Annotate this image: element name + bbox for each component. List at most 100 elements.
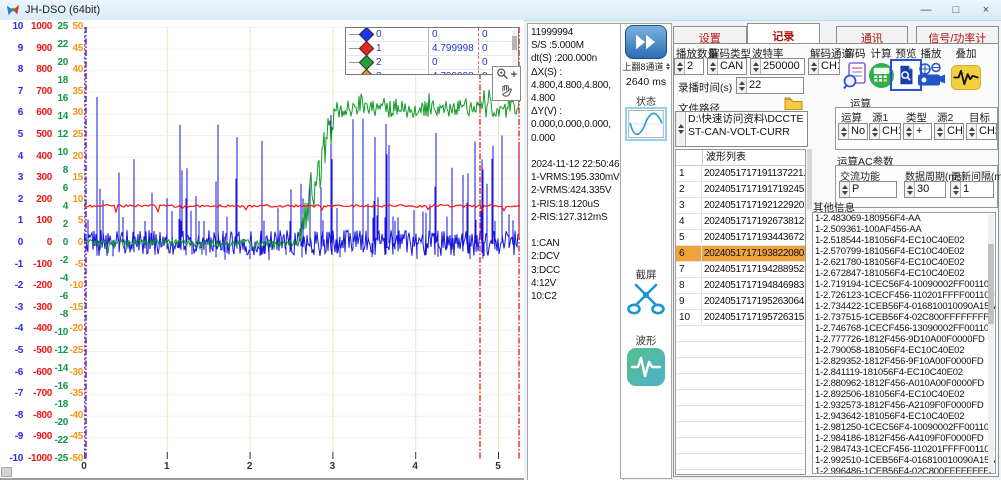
legend-row[interactable]: 14.7999980 xyxy=(346,42,518,56)
spinner-arrows[interactable] xyxy=(935,124,945,139)
y-tick-label: 0 xyxy=(78,237,83,249)
ac-field-1[interactable]: 30 xyxy=(904,181,946,198)
waveform-button[interactable] xyxy=(621,347,671,390)
window-title: JH-DSO (64bit) xyxy=(25,4,100,16)
x-tick-label: 0 xyxy=(81,461,87,472)
ac-field-2[interactable]: 1 xyxy=(950,181,994,198)
spinner-arrows[interactable] xyxy=(904,124,914,139)
decode-field-2[interactable]: 250000 xyxy=(750,58,805,75)
plot-area[interactable]: 00014.799998020034.7999980 + xyxy=(84,27,521,459)
spinner-arrows[interactable] xyxy=(675,59,685,74)
waveform-canvas[interactable] xyxy=(84,27,521,459)
waveform-list-row[interactable]: 72024051717194288952.j xyxy=(676,262,805,278)
tab-signal-power[interactable]: 信号/功率计 xyxy=(916,26,999,43)
other-info-item: 1-2.483069-180956F4-AA xyxy=(813,213,995,224)
tab-settings[interactable]: 设置 xyxy=(673,26,747,43)
app-window: JH-DSO (64bit) — □ × 109876543210-1-2-3-… xyxy=(0,0,1001,480)
other-info-item: 1-2.981250-1CEC56F4-10090002FF001100 xyxy=(813,422,995,433)
spinner-arrows[interactable] xyxy=(840,182,850,197)
y-tick-label: -25 xyxy=(69,345,83,357)
waveform-list-row[interactable]: 42024051717192673812.j xyxy=(676,214,805,230)
resize-corner xyxy=(1,467,12,477)
close-button[interactable]: × xyxy=(971,0,1001,20)
scissors-icon xyxy=(627,281,665,320)
waveform-list-row[interactable]: 102024051717195726315.j xyxy=(676,310,805,326)
y-tick-label: 2 xyxy=(63,219,68,231)
waveform-list-row[interactable]: 62024051717193822080.j xyxy=(676,246,805,262)
measurement-line: 4.800 xyxy=(531,92,621,105)
minimize-button[interactable]: — xyxy=(911,0,941,20)
other-info-item: 1-2.570799-181056F4-EC10C40E02 xyxy=(813,246,995,257)
legend-channel-index: 0 xyxy=(376,28,428,41)
y-tick-label: 8 xyxy=(63,165,68,177)
y-tick-label: 25 xyxy=(72,129,83,141)
path-spinner[interactable] xyxy=(676,112,686,146)
tab-comm[interactable]: 通讯 xyxy=(836,26,908,43)
fast-forward-button[interactable] xyxy=(621,26,671,58)
screenshot-button[interactable] xyxy=(621,281,671,320)
waveform-list-row[interactable]: 22024051717191719245.j xyxy=(676,182,805,198)
ac-field-0[interactable]: P xyxy=(839,181,897,198)
spinner-arrows[interactable] xyxy=(839,124,849,139)
legend-row[interactable]: 000 xyxy=(346,28,518,42)
record-time-input[interactable]: 22 xyxy=(736,77,804,94)
operation-field-4-value: CH2 xyxy=(977,124,996,139)
pan-hand-tool[interactable] xyxy=(500,84,513,100)
y-tick-label: 15 xyxy=(72,172,83,184)
y-tick-label: 700 xyxy=(36,86,52,98)
measurement-line: ΔY(V) : xyxy=(531,105,621,118)
measurement-panel: 11999994S/S :5.000Mdt(S) :200.000nΔX(S) … xyxy=(527,23,624,480)
播放-button[interactable]: 播放 xyxy=(916,46,946,89)
y-tick-label: 10 xyxy=(12,21,23,33)
y-tick-label: 600 xyxy=(36,107,52,119)
y-tick-label: -15 xyxy=(69,302,83,314)
other-info-item: 1-2.984186-1812F456-A4109F0F0000FD xyxy=(813,433,995,444)
叠加-button[interactable]: 叠加 xyxy=(951,46,981,93)
other-info-item: 1-2.880962-1812F456-A010A00F0000FD xyxy=(813,378,995,389)
waveform-list-row[interactable]: 82024051717194846983.j xyxy=(676,278,805,294)
spinner-arrows[interactable] xyxy=(751,59,761,74)
waveform-list-row[interactable]: 12024051717191137221.j xyxy=(676,166,805,182)
decode-field-3[interactable]: CH1 xyxy=(808,58,840,75)
y-tick-label: -20 xyxy=(69,323,83,335)
status-indicator[interactable] xyxy=(621,107,671,141)
operation-field-4[interactable]: CH2 xyxy=(966,123,997,140)
spinner-arrows[interactable] xyxy=(708,59,718,74)
waveform-list-row[interactable]: 52024051717193443672.j xyxy=(676,230,805,246)
other-info-scrollbar[interactable] xyxy=(988,214,994,472)
tab-record[interactable]: 记录 xyxy=(747,23,821,43)
operation-field-2[interactable]: + xyxy=(903,123,932,140)
waveform-list-row[interactable]: 92024051717195263064.j xyxy=(676,294,805,310)
y-tick-label: -9 xyxy=(15,431,23,443)
zoom-in-tool[interactable]: + xyxy=(496,67,517,83)
waveform-list[interactable]: 波形列表12024051717191137221.j22024051717191… xyxy=(675,149,806,475)
measurement-line xyxy=(531,145,621,158)
operation-field-3[interactable]: CH2 xyxy=(934,123,964,140)
file-path-box[interactable]: D:\快速访问资料\DCCTEST-CAN-VOLT-CURR xyxy=(675,111,808,147)
spinner-arrows[interactable] xyxy=(951,182,961,197)
y-tick-label: -14 xyxy=(54,363,68,375)
decode-field-0[interactable]: 2 xyxy=(674,58,704,75)
spinner-arrows[interactable] xyxy=(809,59,819,74)
measurement-line: 0.000,0.000,0.000, xyxy=(531,118,621,131)
waveform-icon xyxy=(626,347,666,390)
other-info-list[interactable]: 1-2.483069-180956F4-AA1-2.509361-100AF45… xyxy=(812,212,996,474)
y-tick-label: -22 xyxy=(54,435,68,447)
operation-field-0[interactable]: No xyxy=(838,123,868,140)
spinner-arrows[interactable] xyxy=(737,78,747,93)
operation-field-1[interactable]: CH1 xyxy=(869,123,901,140)
zoom-tools: + xyxy=(492,66,521,101)
waveform-list-scrollbar[interactable] xyxy=(807,149,812,209)
measurement-line: 1-VRMS:195.330mV xyxy=(531,171,621,184)
spinner-arrows[interactable] xyxy=(905,182,915,197)
maximize-button[interactable]: □ xyxy=(941,0,971,20)
y-tick-label: 45 xyxy=(72,43,83,55)
decode-field-1[interactable]: CAN xyxy=(707,58,747,75)
legend-channel-index: 1 xyxy=(376,42,428,55)
waveform-list-row[interactable]: 32024051717192122920.j xyxy=(676,198,805,214)
page-up-8ch-control[interactable]: 上翻8通道 xyxy=(621,60,671,73)
measurement-line: 4:12V xyxy=(531,277,621,290)
channel-page-spinner[interactable] xyxy=(666,63,670,70)
spinner-arrows[interactable] xyxy=(870,124,880,139)
spinner-arrows[interactable] xyxy=(967,124,977,139)
